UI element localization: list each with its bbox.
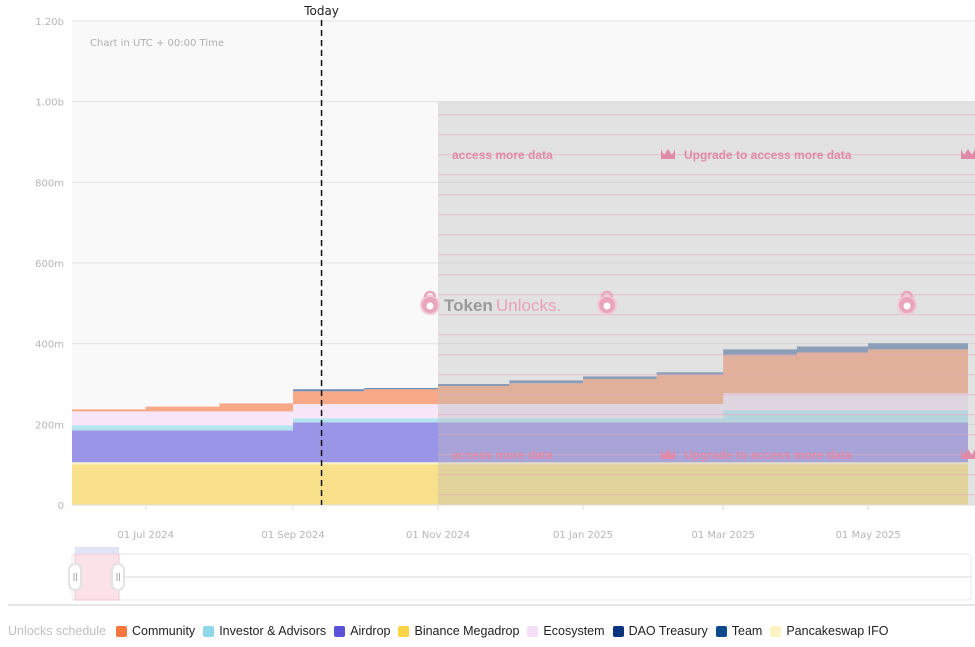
legend-swatch	[203, 625, 215, 637]
upgrade-text: Upgrade to access more data	[684, 448, 852, 462]
legend-label: Airdrop	[350, 624, 391, 638]
y-tick-label: 800m	[35, 178, 64, 189]
upgrade-text: Upgrade to access more data	[684, 148, 852, 162]
y-tick-label: 0	[58, 501, 64, 512]
legend: Unlocks schedule Community Investor & Ad…	[8, 624, 896, 638]
brand-lock-icon-hole	[426, 302, 434, 310]
legend-item-team[interactable]: Team	[715, 624, 763, 638]
locked-overlay: access more data Upgrade to access more d…	[420, 101, 975, 506]
divider	[8, 604, 975, 606]
legend-label: Ecosystem	[543, 624, 605, 638]
x-tick-label: 01 Jul 2024	[117, 530, 174, 541]
unlock-chart: access more data Upgrade to access more d…	[35, 4, 975, 601]
legend-title: Unlocks schedule	[8, 624, 106, 638]
timezone-note: Chart in UTC + 00:00 Time	[90, 38, 224, 49]
y-tick-label: 200m	[35, 420, 64, 431]
brand-token-text: Token	[444, 296, 493, 315]
legend-swatch	[334, 625, 346, 637]
legend-item-binance-megadrop[interactable]: Binance Megadrop	[398, 624, 519, 638]
legend-item-community[interactable]: Community	[115, 624, 196, 638]
legend-swatch	[115, 625, 127, 637]
slider-drag-bar[interactable]	[75, 547, 119, 554]
slider-handle-right[interactable]	[111, 563, 125, 591]
y-tick-label: 400m	[35, 340, 64, 351]
lock-watermark-icon-hole	[903, 302, 911, 310]
x-tick-label: 01 May 2025	[836, 530, 901, 541]
x-tick-label: 01 Mar 2025	[692, 530, 755, 541]
legend-swatch	[770, 625, 782, 637]
legend-label: Investor & Advisors	[219, 624, 327, 638]
upgrade-text-partial: access more data	[452, 448, 553, 462]
legend-label: Community	[131, 624, 196, 638]
legend-swatch	[398, 625, 410, 637]
legend-item-ecosystem[interactable]: Ecosystem	[527, 624, 605, 638]
legend-label: Binance Megadrop	[414, 624, 520, 638]
legend-item-pancakeswap-ifo[interactable]: Pancakeswap IFO	[770, 624, 888, 638]
legend-item-dao-treasury[interactable]: DAO Treasury	[612, 624, 708, 638]
y-tick-label: 600m	[35, 259, 64, 270]
range-slider[interactable]	[68, 547, 972, 601]
legend-label: Pancakeswap IFO	[786, 624, 889, 638]
legend-label: DAO Treasury	[628, 624, 708, 638]
x-tick-label: 01 Sep 2024	[261, 530, 324, 541]
x-tick-label: 01 Jan 2025	[553, 530, 613, 541]
y-tick-label: 1.20b	[35, 17, 64, 28]
x-tick-label: 01 Nov 2024	[406, 530, 470, 541]
lock-watermark-icon-hole	[603, 302, 611, 310]
legend-swatch	[715, 625, 727, 637]
slider-handle-left[interactable]	[68, 563, 82, 591]
y-tick-label: 1.00b	[35, 98, 64, 109]
legend-item-airdrop[interactable]: Airdrop	[334, 624, 390, 638]
legend-swatch	[527, 625, 539, 637]
legend-label: Team	[731, 624, 763, 638]
brand-unlocks-text: Unlocks.	[496, 296, 561, 315]
legend-item-investor-advisors[interactable]: Investor & Advisors	[203, 624, 326, 638]
legend-swatch	[612, 625, 624, 637]
today-label: Today	[303, 4, 339, 18]
upgrade-text-partial: access more data	[452, 148, 553, 162]
